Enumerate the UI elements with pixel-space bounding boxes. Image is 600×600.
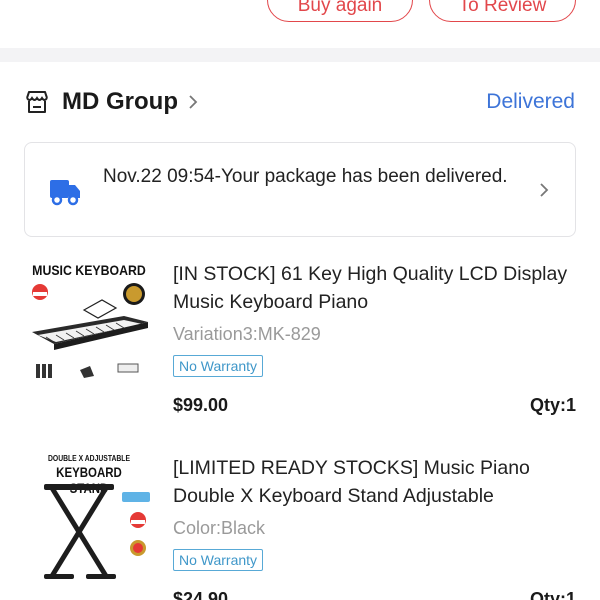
to-review-button[interactable]: To Review <box>429 0 576 22</box>
product-quantity: Qty:1 <box>529 589 576 600</box>
product-quantity: Qty:1 <box>529 395 576 415</box>
stand-illustration <box>44 484 150 579</box>
chevron-right-icon <box>189 95 198 109</box>
store-icon <box>26 91 48 113</box>
product-variation: Color:Black <box>173 518 266 538</box>
product-image-keyboard-stand[interactable]: DOUBLE X ADJUSTABLE KEYBOARD STAND <box>24 446 154 586</box>
delivery-status-card[interactable]: Nov.22 09:54-Your package has been deliv… <box>24 142 576 237</box>
warranty-badge: No Warranty <box>173 355 264 377</box>
keyboard-illustration <box>32 283 148 378</box>
section-divider <box>0 48 600 62</box>
order-status-label: Delivered <box>486 90 575 113</box>
truck-icon <box>50 180 80 206</box>
product-image-music-keyboard[interactable]: MUSIC KEYBOARD <box>24 252 154 392</box>
buy-again-button[interactable]: Buy again <box>267 0 413 22</box>
store-header[interactable]: MD Group Delivered <box>24 82 576 122</box>
order-actions-bar: Buy again To Review <box>0 0 600 48</box>
product-title[interactable]: [LIMITED READY STOCKS] Music Piano Doubl… <box>173 454 573 510</box>
chevron-right-icon <box>540 183 549 197</box>
product-price: $24.90 <box>173 589 229 600</box>
store-name[interactable]: MD Group <box>62 88 178 116</box>
delivery-message: Nov.22 09:54-Your package has been deliv… <box>103 166 508 187</box>
product-price: $99.00 <box>173 395 229 415</box>
warranty-badge: No Warranty <box>173 549 264 571</box>
product-title[interactable]: [IN STOCK] 61 Key High Quality LCD Displ… <box>173 260 573 316</box>
product-variation: Variation3:MK-829 <box>173 324 321 344</box>
